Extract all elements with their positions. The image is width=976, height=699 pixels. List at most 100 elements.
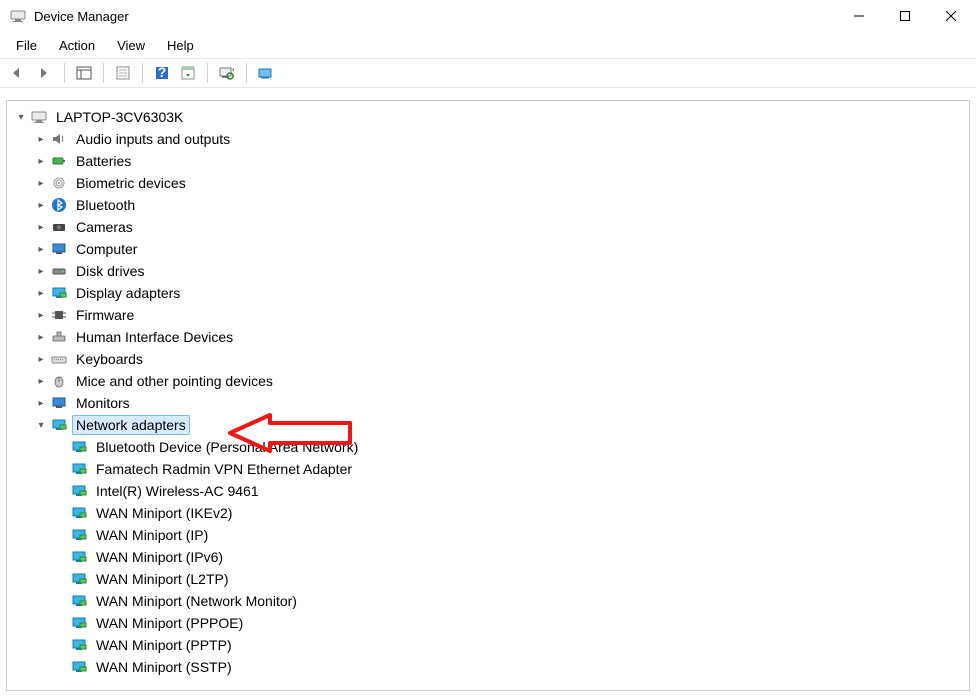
chevron-right-icon[interactable]: ▸ (34, 156, 48, 167)
camera-icon (50, 218, 68, 236)
node-label: Monitors (72, 393, 134, 413)
node-label: Network adapters (72, 415, 190, 435)
minimize-button[interactable] (836, 1, 882, 31)
mouse-icon (50, 372, 68, 390)
chevron-right-icon[interactable]: ▸ (34, 288, 48, 299)
fingerprint-icon (50, 174, 68, 192)
node-computer[interactable]: ▸ Computer (8, 238, 968, 260)
chevron-right-icon[interactable]: ▸ (34, 178, 48, 189)
toolbar-separator (64, 63, 65, 83)
node-cameras[interactable]: ▸ Cameras (8, 216, 968, 238)
add-legacy-hw-button[interactable] (253, 60, 279, 86)
network-adapter-icon (70, 636, 88, 654)
nav-forward-button[interactable] (32, 60, 58, 86)
node-network-child[interactable]: ▸ Bluetooth Device (Personal Area Networ… (8, 436, 968, 458)
node-network-child[interactable]: ▸ Intel(R) Wireless-AC 9461 (8, 480, 968, 502)
node-network-child[interactable]: ▸ Famatech Radmin VPN Ethernet Adapter (8, 458, 968, 480)
node-label: WAN Miniport (PPTP) (92, 635, 236, 655)
help-button[interactable]: ? (149, 60, 175, 86)
toolbar-separator (246, 63, 247, 83)
toolbar-separator (103, 63, 104, 83)
node-label: Intel(R) Wireless-AC 9461 (92, 481, 263, 501)
chevron-right-icon[interactable]: ▸ (34, 376, 48, 387)
computer-root-icon (30, 108, 48, 126)
node-label: Cameras (72, 217, 137, 237)
node-label: WAN Miniport (SSTP) (92, 657, 236, 677)
toolbar-separator (207, 63, 208, 83)
network-adapter-icon (70, 460, 88, 478)
node-label: Batteries (72, 151, 135, 171)
network-adapter-icon (70, 548, 88, 566)
window-title: Device Manager (34, 9, 836, 24)
node-network-child[interactable]: ▸ WAN Miniport (IKEv2) (8, 502, 968, 524)
node-label: Keyboards (72, 349, 147, 369)
node-network-child[interactable]: ▸ WAN Miniport (PPTP) (8, 634, 968, 656)
node-label: Computer (72, 239, 141, 259)
node-network-child[interactable]: ▸ WAN Miniport (PPPOE) (8, 612, 968, 634)
node-network-child[interactable]: ▸ WAN Miniport (Network Monitor) (8, 590, 968, 612)
node-network-child[interactable]: ▸ WAN Miniport (L2TP) (8, 568, 968, 590)
node-batteries[interactable]: ▸ Batteries (8, 150, 968, 172)
properties-button[interactable] (110, 60, 136, 86)
network-adapter-icon (70, 658, 88, 676)
node-audio[interactable]: ▸ Audio inputs and outputs (8, 128, 968, 150)
action-center-button[interactable] (175, 60, 201, 86)
chevron-right-icon[interactable]: ▸ (34, 266, 48, 277)
chevron-right-icon[interactable]: ▸ (34, 332, 48, 343)
scan-hardware-button[interactable] (214, 60, 240, 86)
node-display[interactable]: ▸ Display adapters (8, 282, 968, 304)
titlebar: Device Manager (0, 0, 976, 32)
chevron-right-icon[interactable]: ▸ (34, 222, 48, 233)
node-bluetooth[interactable]: ▸ Bluetooth (8, 194, 968, 216)
display-adapter-icon (50, 284, 68, 302)
nav-back-button[interactable] (6, 60, 32, 86)
chevron-right-icon[interactable]: ▸ (34, 200, 48, 211)
svg-text:?: ? (158, 66, 167, 80)
node-network-child[interactable]: ▸ WAN Miniport (SSTP) (8, 656, 968, 678)
node-network-child[interactable]: ▸ WAN Miniport (IPv6) (8, 546, 968, 568)
node-label: Bluetooth Device (Personal Area Network) (92, 437, 362, 457)
node-root[interactable]: ▾ LAPTOP-3CV6303K (8, 106, 968, 128)
node-firmware[interactable]: ▸ Firmware (8, 304, 968, 326)
node-label: Human Interface Devices (72, 327, 237, 347)
node-monitors[interactable]: ▸ Monitors (8, 392, 968, 414)
node-mice[interactable]: ▸ Mice and other pointing devices (8, 370, 968, 392)
node-disk[interactable]: ▸ Disk drives (8, 260, 968, 282)
menu-view[interactable]: View (107, 36, 155, 55)
node-label: WAN Miniport (IKEv2) (92, 503, 236, 523)
close-button[interactable] (928, 1, 974, 31)
battery-icon (50, 152, 68, 170)
node-label: Firmware (72, 305, 138, 325)
chevron-right-icon[interactable]: ▸ (34, 244, 48, 255)
monitor-icon (50, 240, 68, 258)
menu-help[interactable]: Help (157, 36, 204, 55)
menu-file[interactable]: File (6, 36, 47, 55)
device-tree[interactable]: ▾ LAPTOP-3CV6303K ▸ Audio inputs and out… (8, 102, 968, 689)
maximize-button[interactable] (882, 1, 928, 31)
node-label: LAPTOP-3CV6303K (52, 107, 187, 127)
menu-action[interactable]: Action (49, 36, 105, 55)
node-hid[interactable]: ▸ Human Interface Devices (8, 326, 968, 348)
node-biometric[interactable]: ▸ Biometric devices (8, 172, 968, 194)
chevron-down-icon[interactable]: ▾ (14, 112, 28, 123)
node-network-child[interactable]: ▸ WAN Miniport (IP) (8, 524, 968, 546)
network-adapter-icon (70, 570, 88, 588)
node-network-adapters[interactable]: ▾ Network adapters (8, 414, 968, 436)
network-adapter-icon (70, 438, 88, 456)
node-label: WAN Miniport (PPPOE) (92, 613, 247, 633)
toolbar-separator (142, 63, 143, 83)
network-adapter-icon (70, 614, 88, 632)
chevron-right-icon[interactable]: ▸ (34, 398, 48, 409)
menubar: File Action View Help (0, 32, 976, 58)
disk-icon (50, 262, 68, 280)
bluetooth-icon (50, 196, 68, 214)
network-adapter-icon (70, 504, 88, 522)
show-hide-tree-button[interactable] (71, 60, 97, 86)
chevron-right-icon[interactable]: ▸ (34, 134, 48, 145)
network-adapter-icon (70, 592, 88, 610)
chevron-right-icon[interactable]: ▸ (34, 310, 48, 321)
chevron-right-icon[interactable]: ▸ (34, 354, 48, 365)
node-keyboards[interactable]: ▸ Keyboards (8, 348, 968, 370)
chevron-down-icon[interactable]: ▾ (34, 420, 48, 431)
node-label: Mice and other pointing devices (72, 371, 277, 391)
